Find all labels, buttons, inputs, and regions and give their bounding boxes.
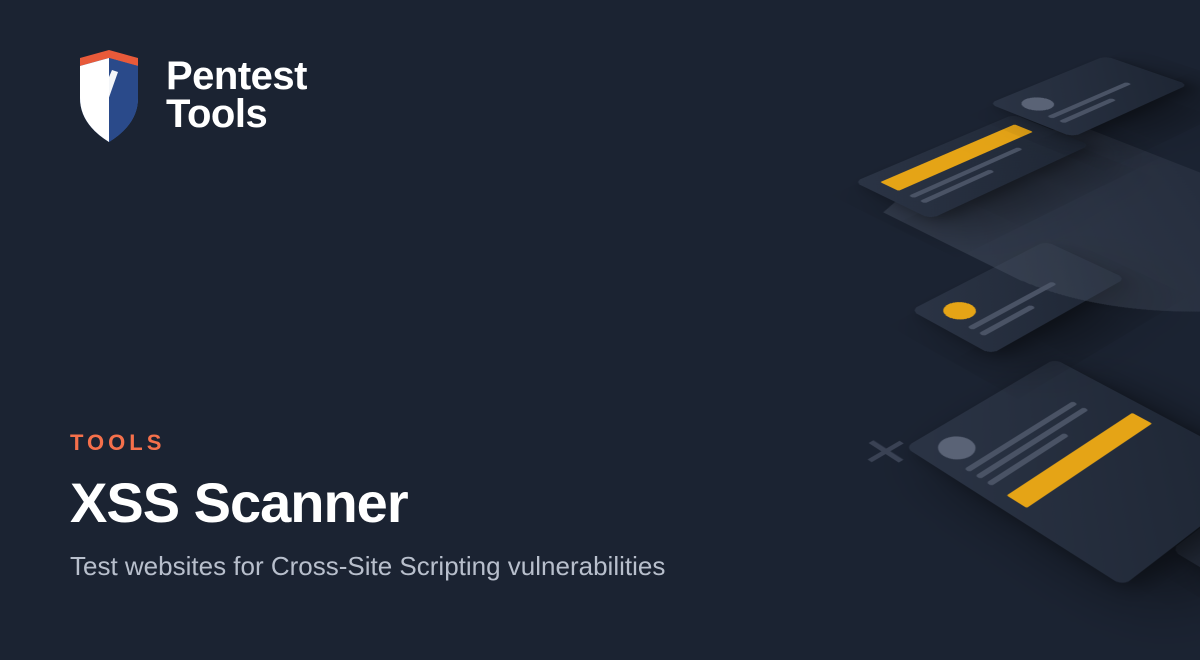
card-small-1 [989, 56, 1188, 137]
shield-logo-icon [70, 50, 148, 142]
text-line [975, 407, 1088, 479]
category-label: TOOLS [70, 430, 665, 456]
plus-icon: + [832, 419, 941, 487]
text-line [967, 282, 1057, 330]
hero-content: TOOLS XSS Scanner Test websites for Cros… [70, 430, 665, 582]
highlight-bar [1007, 413, 1152, 508]
text-line [1059, 98, 1117, 123]
dot-icon [1015, 95, 1061, 114]
dot-icon [937, 299, 983, 323]
page-subtitle: Test websites for Cross-Site Scripting v… [70, 551, 665, 582]
dot-icon [930, 432, 983, 465]
text-line [979, 305, 1036, 336]
brand-name-line1: Pentest [166, 58, 307, 96]
card-small-2 [1171, 470, 1200, 605]
brand-name-line2: Tools [166, 96, 307, 134]
brand-name: Pentest Tools [166, 58, 307, 133]
text-line [964, 401, 1077, 472]
card-orange-dot [911, 241, 1126, 354]
card-large [905, 359, 1200, 586]
text-line [1047, 82, 1132, 119]
text-line [986, 433, 1069, 486]
shield-background-icon [837, 107, 1200, 377]
brand-logo: Pentest Tools [70, 50, 307, 142]
card-highlight-1 [854, 114, 1090, 219]
page-title: XSS Scanner [70, 470, 665, 535]
text-line [909, 147, 1023, 198]
highlight-bar [880, 124, 1033, 191]
text-line [920, 169, 995, 203]
